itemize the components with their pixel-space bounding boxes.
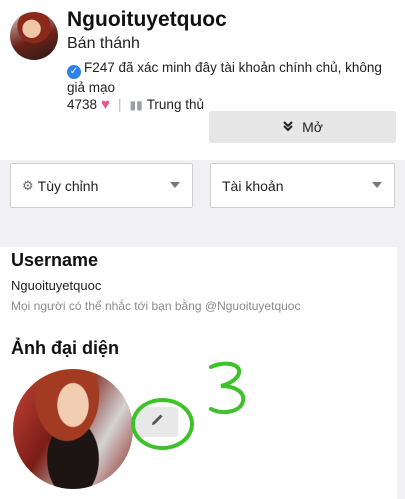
verified-text: F247 đã xác minh đây tài khoản chính chủ… — [67, 60, 382, 95]
badge-label: Trung thủ — [146, 97, 204, 112]
annotation-number — [209, 361, 246, 415]
avatar-preview — [13, 369, 133, 489]
avatar[interactable] — [10, 12, 58, 60]
account-select[interactable]: Tài khoản — [210, 163, 395, 208]
verified-icon: ✓ — [67, 65, 81, 79]
expand-button[interactable]: Mở — [209, 111, 396, 143]
stats-divider: | — [117, 97, 122, 112]
verified-notice: ✓ F247 đã xác minh đây tài khoản chính ch… — [67, 59, 392, 96]
chevron-double-down-icon — [282, 120, 294, 135]
profile-username: Nguoituyetquoc — [67, 8, 227, 31]
settings-card: Username Nguoituyetquoc Mọi người có thể… — [0, 247, 397, 499]
caret-down-icon — [372, 182, 382, 188]
trophy-icon: ▮▮ — [129, 97, 143, 112]
customize-select[interactable]: ⚙ Tùy chỉnh — [10, 163, 193, 208]
edit-avatar-button[interactable] — [136, 407, 178, 437]
caret-down-icon — [170, 182, 180, 188]
gear-icon: ⚙ — [22, 177, 34, 193]
likes-count: 4738 — [67, 97, 98, 112]
customize-select-label: Tùy chỉnh — [37, 177, 99, 194]
pencil-icon — [150, 413, 164, 432]
username-hint: Mọi người có thể nhắc tới bạn bằng @Nguo… — [11, 299, 301, 313]
profile-stats: 4738 ♥ | ▮▮ Trung thủ — [67, 96, 204, 113]
account-select-label: Tài khoản — [222, 177, 284, 194]
username-heading: Username — [11, 250, 99, 270]
heart-icon: ♥ — [101, 96, 110, 113]
profile-rank: Bán thánh — [67, 35, 140, 52]
avatar-heading: Ảnh đại diện — [11, 338, 119, 358]
username-value: Nguoituyetquoc — [11, 278, 102, 293]
profile-card: Nguoituyetquoc Bán thánh ✓ F247 đã xác mi… — [0, 0, 405, 160]
expand-label: Mở — [302, 119, 323, 135]
